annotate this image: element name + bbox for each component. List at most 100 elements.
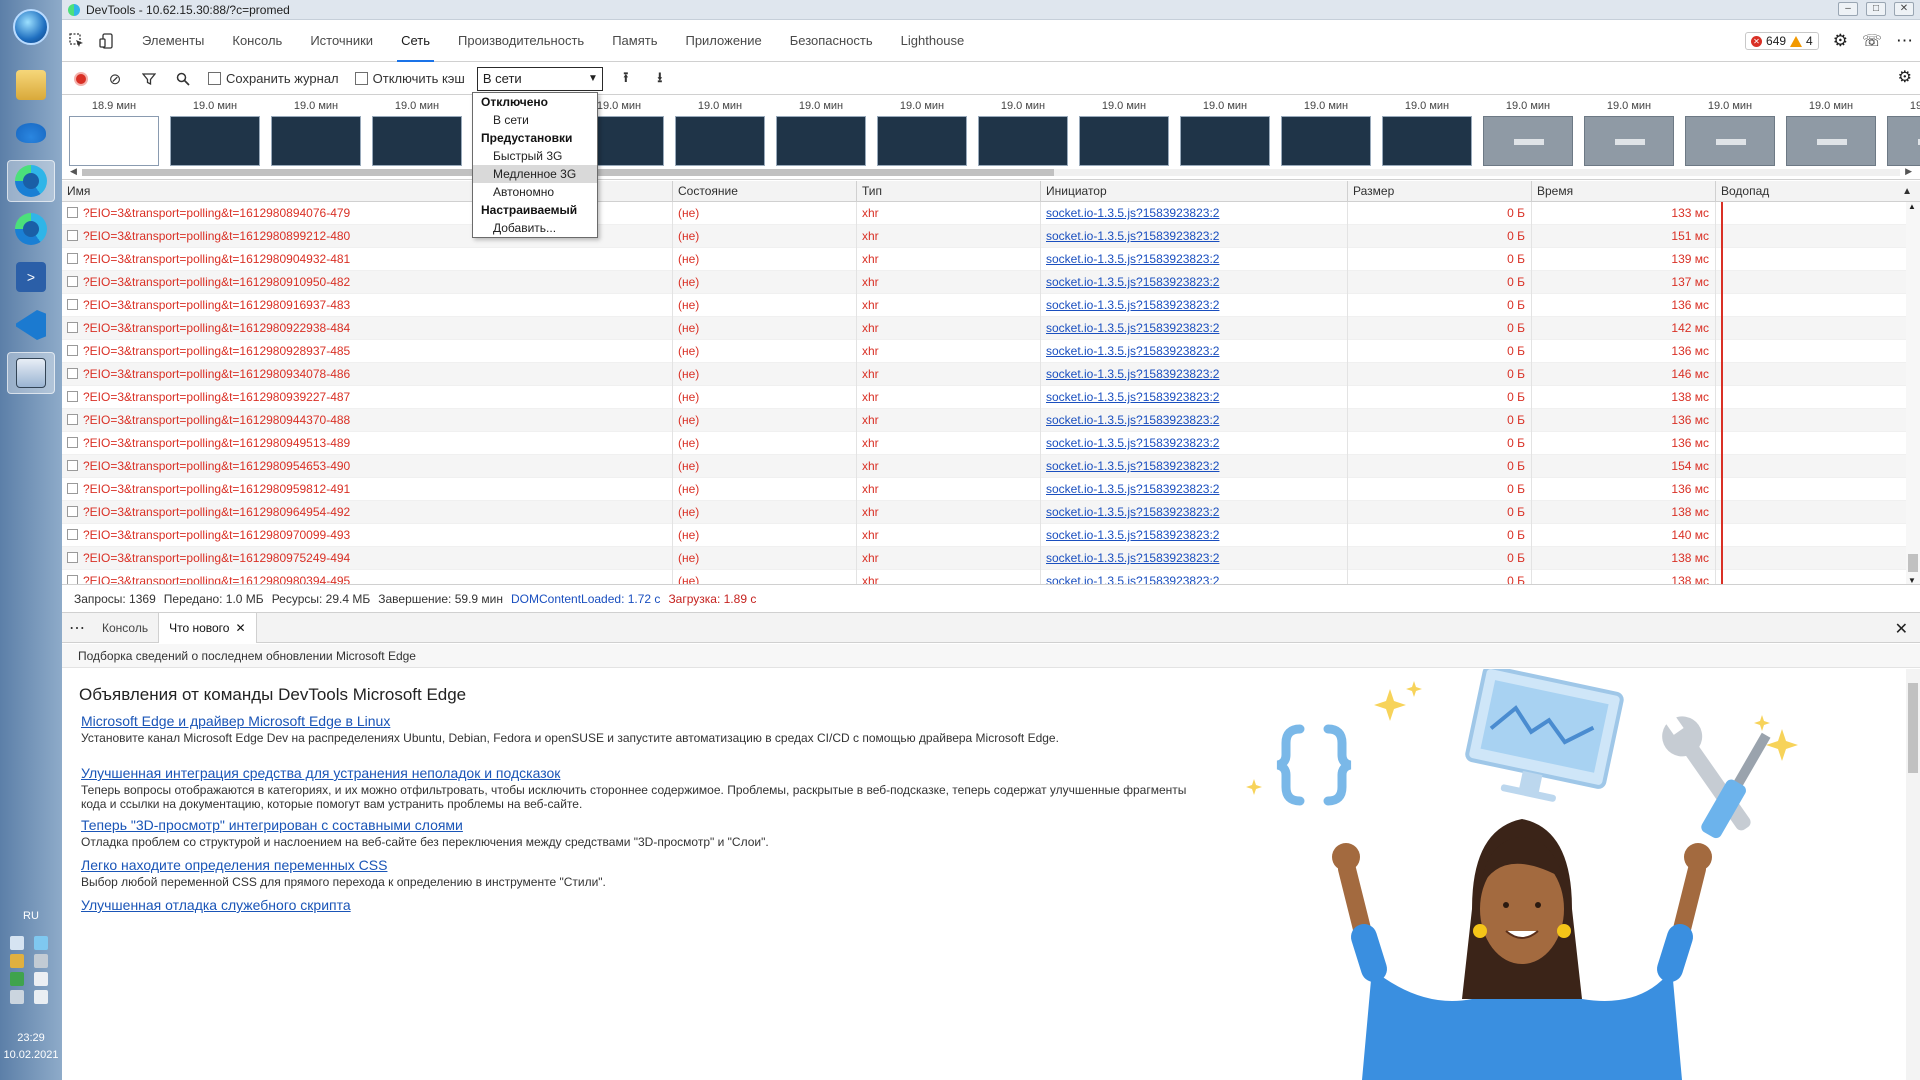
feedback-icon[interactable]: ☏ xyxy=(1862,31,1882,51)
request-initiator-link[interactable]: socket.io-1.3.5.js?1583923823:2 xyxy=(1041,294,1348,317)
col-waterfall[interactable]: Водопад ▲ xyxy=(1716,181,1920,202)
record-button[interactable] xyxy=(66,65,96,93)
minimize-button[interactable]: – xyxy=(1838,2,1858,16)
clear-button[interactable]: ⊘ xyxy=(100,65,130,93)
throttling-select[interactable]: В сети xyxy=(476,66,603,91)
preserve-log-checkbox[interactable]: Сохранить журнал xyxy=(208,71,339,86)
row-checkbox[interactable] xyxy=(67,322,78,333)
scrollbar-thumb[interactable] xyxy=(1908,683,1918,773)
row-checkbox[interactable] xyxy=(67,299,78,310)
security-icon[interactable] xyxy=(10,972,24,986)
filmstrip-frame[interactable]: 19.0 мин xyxy=(872,96,972,166)
filmstrip-frame[interactable]: 19.0 мин xyxy=(1478,96,1578,166)
disable-cache-checkbox[interactable]: Отключить кэш xyxy=(354,71,465,86)
request-initiator-link[interactable]: socket.io-1.3.5.js?1583923823:2 xyxy=(1041,363,1348,386)
dropdown-option[interactable]: Быстрый 3G xyxy=(473,147,597,165)
issues-counter[interactable]: ✕ 649 4 xyxy=(1745,32,1819,50)
col-size[interactable]: Размер xyxy=(1348,181,1532,202)
whats-new-scrollbar[interactable] xyxy=(1906,669,1920,1080)
col-time[interactable]: Время xyxy=(1532,181,1716,202)
request-initiator-link[interactable]: socket.io-1.3.5.js?1583923823:2 xyxy=(1041,409,1348,432)
app-tray-icon[interactable] xyxy=(10,954,24,968)
table-row[interactable]: ?EIO=3&transport=polling&t=1612980964954… xyxy=(62,501,1920,524)
row-checkbox[interactable] xyxy=(67,414,78,425)
request-initiator-link[interactable]: socket.io-1.3.5.js?1583923823:2 xyxy=(1041,501,1348,524)
device-toolbar-icon[interactable] xyxy=(92,26,122,56)
checkbox-box[interactable] xyxy=(208,72,221,85)
table-row[interactable]: ?EIO=3&transport=polling&t=1612980934078… xyxy=(62,363,1920,386)
table-row[interactable]: ?EIO=3&transport=polling&t=1612980916937… xyxy=(62,294,1920,317)
table-row[interactable]: ?EIO=3&transport=polling&t=1612980954653… xyxy=(62,455,1920,478)
taskbar-rdp[interactable] xyxy=(7,352,55,394)
request-initiator-link[interactable]: socket.io-1.3.5.js?1583923823:2 xyxy=(1041,317,1348,340)
request-initiator-link[interactable]: socket.io-1.3.5.js?1583923823:2 xyxy=(1041,478,1348,501)
drawer-tab-0[interactable]: Консоль xyxy=(92,613,158,643)
scrollbar-thumb[interactable] xyxy=(1908,554,1918,572)
filmstrip-frame[interactable]: 19.0 мин xyxy=(165,96,265,166)
tab-8[interactable]: Lighthouse xyxy=(887,20,979,62)
request-initiator-link[interactable]: socket.io-1.3.5.js?1583923823:2 xyxy=(1041,570,1348,584)
tab-0[interactable]: Элементы xyxy=(128,20,218,62)
request-initiator-link[interactable]: socket.io-1.3.5.js?1583923823:2 xyxy=(1041,455,1348,478)
whats-new-link[interactable]: Улучшенная интеграция средства для устра… xyxy=(81,765,1191,781)
tab-7[interactable]: Безопасность xyxy=(776,20,887,62)
table-row[interactable]: ?EIO=3&transport=polling&t=1612980910950… xyxy=(62,271,1920,294)
request-initiator-link[interactable]: socket.io-1.3.5.js?1583923823:2 xyxy=(1041,547,1348,570)
dropdown-option[interactable]: Добавить... xyxy=(473,219,597,237)
whats-new-link[interactable]: Улучшенная отладка служебного скрипта xyxy=(81,897,1191,913)
row-checkbox[interactable] xyxy=(67,575,78,584)
taskbar-vscode[interactable] xyxy=(7,304,55,346)
network-icon[interactable] xyxy=(10,936,24,950)
row-checkbox[interactable] xyxy=(67,483,78,494)
table-row[interactable]: ?EIO=3&transport=polling&t=1612980928937… xyxy=(62,340,1920,363)
filmstrip-frame[interactable]: 19.0 мин xyxy=(1074,96,1174,166)
table-row[interactable]: ?EIO=3&transport=polling&t=1612980944370… xyxy=(62,409,1920,432)
filter-button[interactable] xyxy=(134,65,164,93)
checkbox-box[interactable] xyxy=(354,72,368,85)
filmstrip-frame[interactable]: 18.9 мин xyxy=(64,96,164,166)
request-initiator-link[interactable]: socket.io-1.3.5.js?1583923823:2 xyxy=(1041,340,1348,363)
taskbar-edge-devtools[interactable] xyxy=(7,160,55,202)
clock-time[interactable]: 23:29 xyxy=(0,1032,62,1044)
telegram-icon[interactable] xyxy=(34,936,48,950)
col-type[interactable]: Тип xyxy=(857,181,1041,202)
more-options-icon[interactable]: ⋯ xyxy=(1896,31,1914,51)
tab-1[interactable]: Консоль xyxy=(218,20,296,62)
volume-icon[interactable] xyxy=(34,990,48,1004)
request-initiator-link[interactable]: socket.io-1.3.5.js?1583923823:2 xyxy=(1041,432,1348,455)
table-row[interactable]: ?EIO=3&transport=polling&t=1612980939227… xyxy=(62,386,1920,409)
close-window-button[interactable]: ✕ xyxy=(1894,2,1914,16)
row-checkbox[interactable] xyxy=(67,345,78,356)
row-checkbox[interactable] xyxy=(67,368,78,379)
filmstrip-frame[interactable]: 19.0 мин xyxy=(1175,96,1275,166)
row-checkbox[interactable] xyxy=(67,276,78,287)
settings-gear-icon[interactable]: ⚙ xyxy=(1833,31,1848,51)
dropdown-option[interactable]: В сети xyxy=(473,111,597,129)
scroll-down-icon[interactable]: ▼ xyxy=(1908,576,1916,584)
filmstrip-frame[interactable]: 19.0 мин xyxy=(266,96,366,166)
maximize-button[interactable]: □ xyxy=(1866,2,1886,16)
taskbar-edge[interactable] xyxy=(7,208,55,250)
tab-5[interactable]: Память xyxy=(598,20,671,62)
inspect-element-icon[interactable] xyxy=(62,26,92,56)
table-row[interactable]: ?EIO=3&transport=polling&t=1612980975249… xyxy=(62,547,1920,570)
table-row[interactable]: ?EIO=3&transport=polling&t=1612980922938… xyxy=(62,317,1920,340)
table-row[interactable]: ?EIO=3&transport=polling&t=1612980894076… xyxy=(62,202,1920,225)
close-tab-icon[interactable]: ✕ xyxy=(235,621,245,635)
col-initiator[interactable]: Инициатор xyxy=(1041,181,1348,202)
filmstrip-frame[interactable]: 19.0 мин xyxy=(1882,96,1920,166)
tab-3[interactable]: Сеть xyxy=(387,20,444,62)
table-row[interactable]: ?EIO=3&transport=polling&t=1612980899212… xyxy=(62,225,1920,248)
table-row[interactable]: ?EIO=3&transport=polling&t=1612980959812… xyxy=(62,478,1920,501)
table-row[interactable]: ?EIO=3&transport=polling&t=1612980949513… xyxy=(62,432,1920,455)
drawer-more-icon[interactable]: ⋯ xyxy=(62,618,92,638)
row-checkbox[interactable] xyxy=(67,506,78,517)
request-initiator-link[interactable]: socket.io-1.3.5.js?1583923823:2 xyxy=(1041,225,1348,248)
tab-2[interactable]: Источники xyxy=(296,20,387,62)
network-settings-gear-icon[interactable]: ⚙ xyxy=(1898,67,1912,87)
whats-new-link[interactable]: Теперь "3D-просмотр" интегрирован с сост… xyxy=(81,817,1191,833)
row-checkbox[interactable] xyxy=(67,437,78,448)
table-row[interactable]: ?EIO=3&transport=polling&t=1612980970099… xyxy=(62,524,1920,547)
row-checkbox[interactable] xyxy=(67,207,78,218)
filmstrip-frame[interactable]: 19.0 мин xyxy=(1377,96,1477,166)
